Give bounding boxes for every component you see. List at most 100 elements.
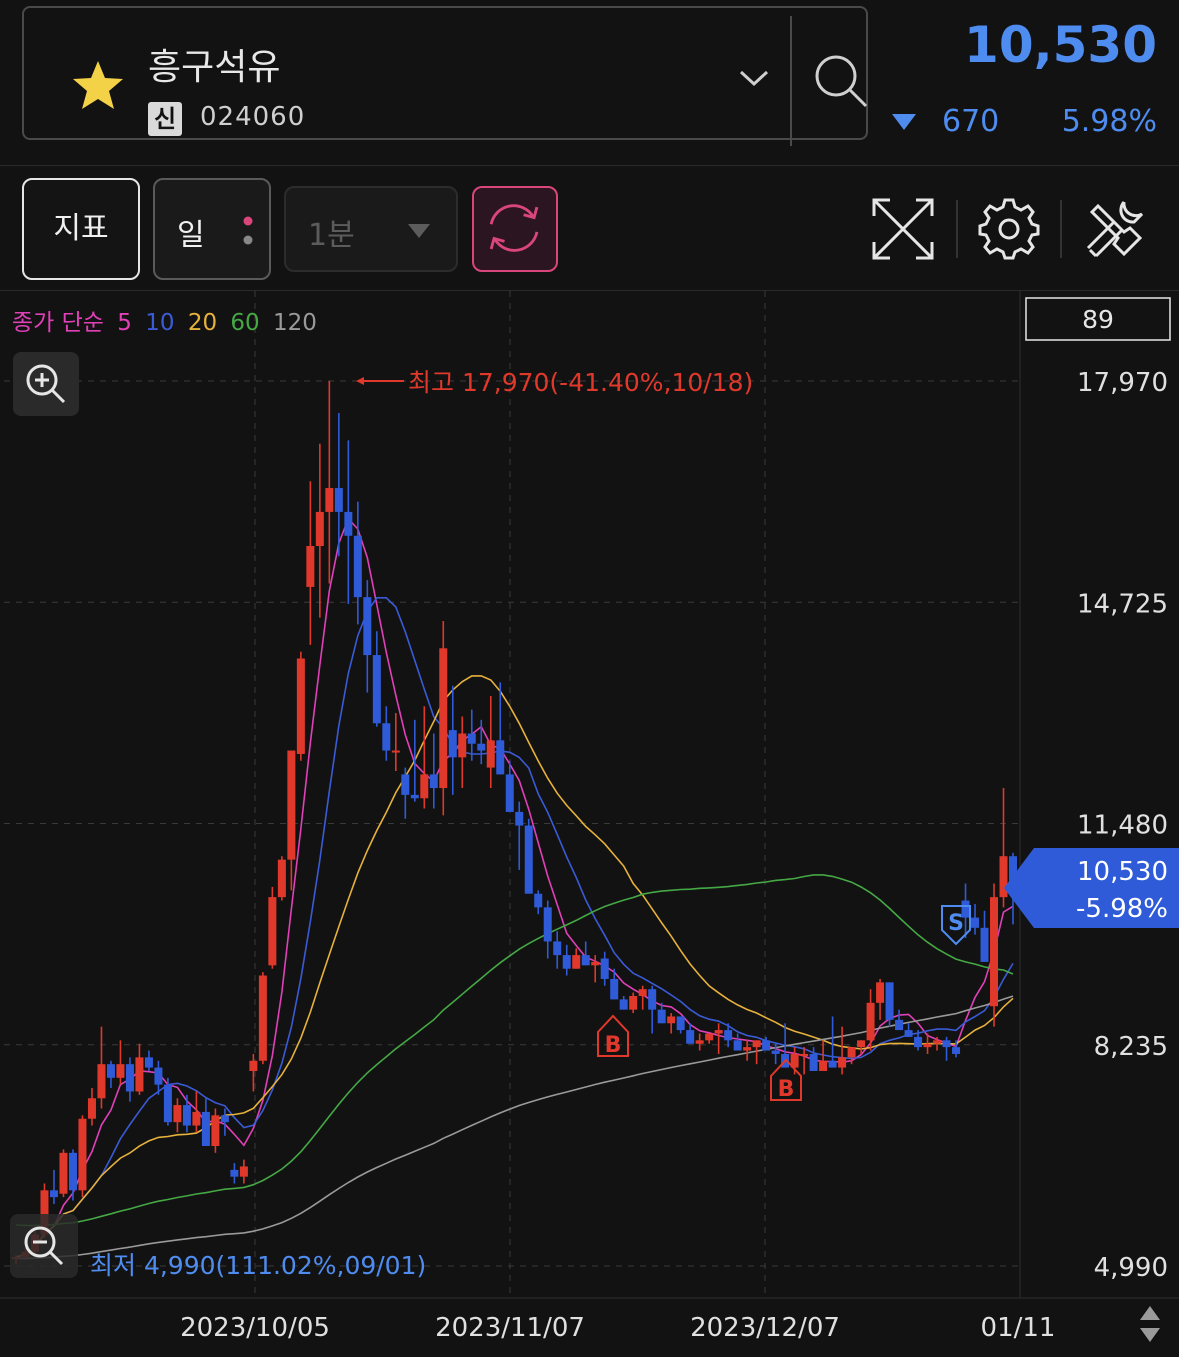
candle-body	[296, 658, 305, 754]
current-pct-label: -5.98%	[1076, 894, 1168, 924]
candle-body	[116, 1064, 125, 1078]
candle-body	[458, 733, 467, 758]
candle-body	[562, 955, 571, 969]
candle-body	[315, 511, 324, 546]
candle-body	[505, 774, 514, 812]
candle-body	[686, 1030, 695, 1044]
candle-body	[344, 511, 353, 536]
legend-ma-60: 60	[230, 310, 259, 336]
expand-icon[interactable]	[872, 198, 934, 260]
candle-body	[714, 1030, 723, 1034]
candle-body	[990, 897, 999, 1007]
candle-body	[192, 1111, 201, 1126]
ma-legend[interactable]: 종가 단순 5 10 20 60 120	[12, 310, 317, 336]
interval-select[interactable]: 1분	[284, 186, 458, 272]
candle-body	[619, 999, 628, 1010]
candle-body	[277, 859, 286, 898]
candle-body	[581, 955, 590, 966]
tools-icon[interactable]	[1084, 198, 1146, 260]
high-annotation: 최고 17,970(-41.40%,10/18)	[356, 368, 753, 397]
buy-marker[interactable]: B	[597, 1014, 629, 1058]
candle-body	[363, 597, 372, 656]
market-badge: 신	[148, 102, 182, 136]
candle-body	[163, 1084, 172, 1123]
gear-icon[interactable]	[978, 198, 1040, 260]
candle-body	[68, 1152, 77, 1191]
chart-canvas[interactable]: 17,97014,72511,4808,2354,990 2023/10/05 2…	[0, 291, 1179, 1353]
candle-body	[933, 1040, 942, 1044]
y-tick-label: 17,970	[1077, 368, 1168, 398]
current-price-label: 10,530	[1077, 857, 1168, 887]
candle-body	[78, 1118, 87, 1191]
top-value: 89	[1082, 305, 1114, 334]
candle-body	[638, 989, 647, 996]
candle-body	[866, 1002, 875, 1041]
candle-body	[429, 774, 438, 789]
candle-body	[876, 982, 885, 1003]
date-axis: 2023/10/05 2023/11/07 2023/12/07 01/11	[180, 1313, 1055, 1343]
stock-selector[interactable]: 흥구석유 신 024060	[22, 6, 868, 146]
stock-name: 흥구석유	[148, 47, 281, 88]
legend-ma-120: 120	[273, 310, 317, 336]
candle-body	[667, 1016, 676, 1024]
candle-body	[847, 1047, 856, 1058]
legend-ma-20: 20	[188, 310, 217, 336]
x-tick-label: 2023/11/07	[435, 1313, 585, 1343]
ma-line-10	[15, 596, 1014, 1258]
candle-body	[553, 941, 562, 956]
current-price: 10,530	[964, 16, 1157, 74]
candle-body	[182, 1105, 191, 1126]
interval-label: 1분	[308, 218, 355, 253]
candle-body	[600, 958, 609, 979]
zoom-in-icon[interactable]	[13, 352, 79, 416]
candle-body	[49, 1190, 58, 1198]
star-icon[interactable]	[70, 58, 126, 114]
candle-body	[382, 723, 391, 751]
candle-body	[895, 1019, 904, 1031]
candle-body	[572, 955, 581, 969]
price-change: 670	[942, 104, 1000, 139]
y-tick-label: 14,725	[1077, 589, 1168, 619]
legend-prefix: 종가 단순	[12, 310, 104, 336]
candle-body	[325, 488, 334, 512]
current-price-tag: 10,530 -5.98%	[1004, 848, 1179, 928]
candle-body	[220, 1115, 229, 1123]
search-icon[interactable]	[808, 48, 872, 112]
chevron-down-icon[interactable]	[738, 68, 770, 88]
y-tick-label: 4,990	[1094, 1253, 1168, 1283]
candle-body	[106, 1064, 115, 1078]
candle-body	[724, 1030, 733, 1041]
candle-body	[743, 1047, 752, 1051]
candle-body	[401, 774, 410, 795]
period-button[interactable]: 일	[153, 178, 271, 280]
candle-body	[211, 1115, 220, 1146]
x-tick-label: 2023/12/07	[690, 1313, 840, 1343]
candle-body	[534, 893, 543, 908]
price-chart[interactable]: 17,970 14,725 11,480 8,235 4,990 2023/10/05 2…	[0, 291, 1179, 1353]
candle-body	[125, 1064, 134, 1092]
indicator-button[interactable]: 지표	[22, 178, 140, 280]
candle-body	[695, 1040, 704, 1044]
refresh-button[interactable]	[472, 186, 558, 272]
candle-body	[591, 961, 600, 966]
candle-body	[648, 989, 657, 1010]
ma-line-20	[15, 675, 1014, 1258]
candle-body	[372, 655, 381, 724]
candle-body	[942, 1040, 951, 1048]
candle-body	[980, 927, 989, 962]
stock-header: 흥구석유 신 024060 10,530 670 5.98%	[0, 0, 1179, 166]
down-triangle-icon	[892, 114, 916, 130]
candle-body	[59, 1152, 68, 1194]
candle-body	[705, 1033, 714, 1041]
candle-body	[857, 1040, 866, 1048]
candle-body	[752, 1040, 761, 1048]
legend-ma-10: 10	[145, 310, 174, 336]
zoom-out-icon[interactable]	[10, 1214, 78, 1278]
candle-body	[914, 1036, 923, 1048]
candle-body	[762, 1040, 771, 1051]
price-change-pct: 5.98%	[1061, 104, 1157, 139]
price-axis: 17,970 14,725 11,480 8,235 4,990	[1077, 368, 1168, 1283]
candle-body	[952, 1047, 961, 1054]
scroll-arrows-icon[interactable]	[1140, 1306, 1160, 1342]
candle-body	[819, 1060, 828, 1071]
